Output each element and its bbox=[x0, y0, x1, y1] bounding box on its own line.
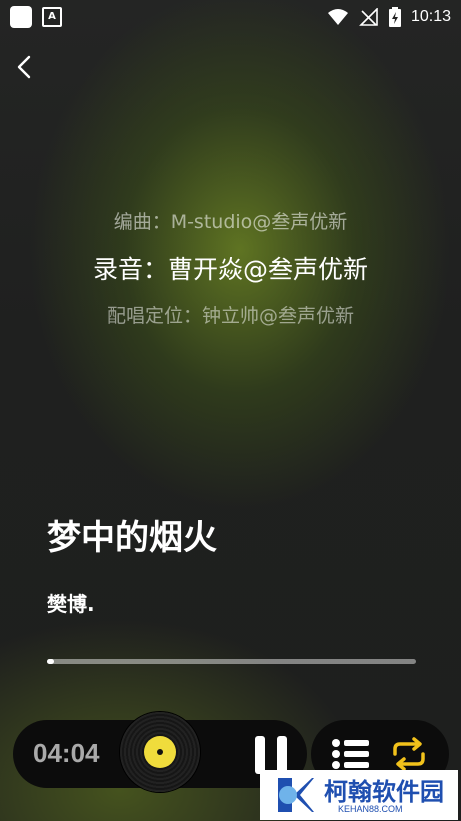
lyric-line-vocal-tuning: 配唱定位：钟立帅@叁声优新 bbox=[106, 305, 354, 327]
current-time: 04:04 bbox=[33, 738, 100, 768]
song-title: 梦中的烟火 bbox=[47, 518, 217, 558]
disc-label bbox=[144, 736, 176, 768]
artist-name: 樊博. bbox=[47, 592, 95, 616]
lyric-line-recording: 录音：曹开焱@叁声优新 bbox=[92, 255, 368, 284]
vinyl-disc-icon[interactable] bbox=[120, 712, 200, 792]
pause-icon bbox=[255, 736, 265, 774]
battery-icon bbox=[388, 7, 401, 27]
watermark-text: 柯翰软件园 bbox=[324, 778, 444, 806]
loop-button[interactable] bbox=[389, 736, 429, 772]
status-bar: A 10:13 bbox=[0, 0, 461, 34]
font-notification-icon: A bbox=[42, 7, 62, 27]
status-time: 10:13 bbox=[410, 8, 451, 25]
loop-icon bbox=[393, 737, 425, 771]
back-arrow-icon bbox=[17, 55, 31, 79]
background bbox=[0, 0, 461, 821]
watermark-subtext: KEHAN88.COM bbox=[338, 804, 403, 814]
no-signal-icon bbox=[359, 8, 378, 26]
back-button[interactable] bbox=[10, 52, 38, 82]
lyric-line-composer: 编曲：M-studio@叁声优新 bbox=[113, 211, 348, 233]
progress-bar[interactable] bbox=[47, 659, 416, 664]
watermark: 柯翰软件园 KEHAN88.COM bbox=[260, 770, 458, 820]
watermark-logo-icon bbox=[278, 778, 314, 812]
wifi-icon bbox=[327, 9, 348, 25]
playlist-icon bbox=[332, 739, 369, 769]
progress-fill bbox=[47, 659, 55, 664]
playlist-button[interactable] bbox=[331, 737, 371, 771]
app-notification-icon bbox=[10, 6, 32, 28]
